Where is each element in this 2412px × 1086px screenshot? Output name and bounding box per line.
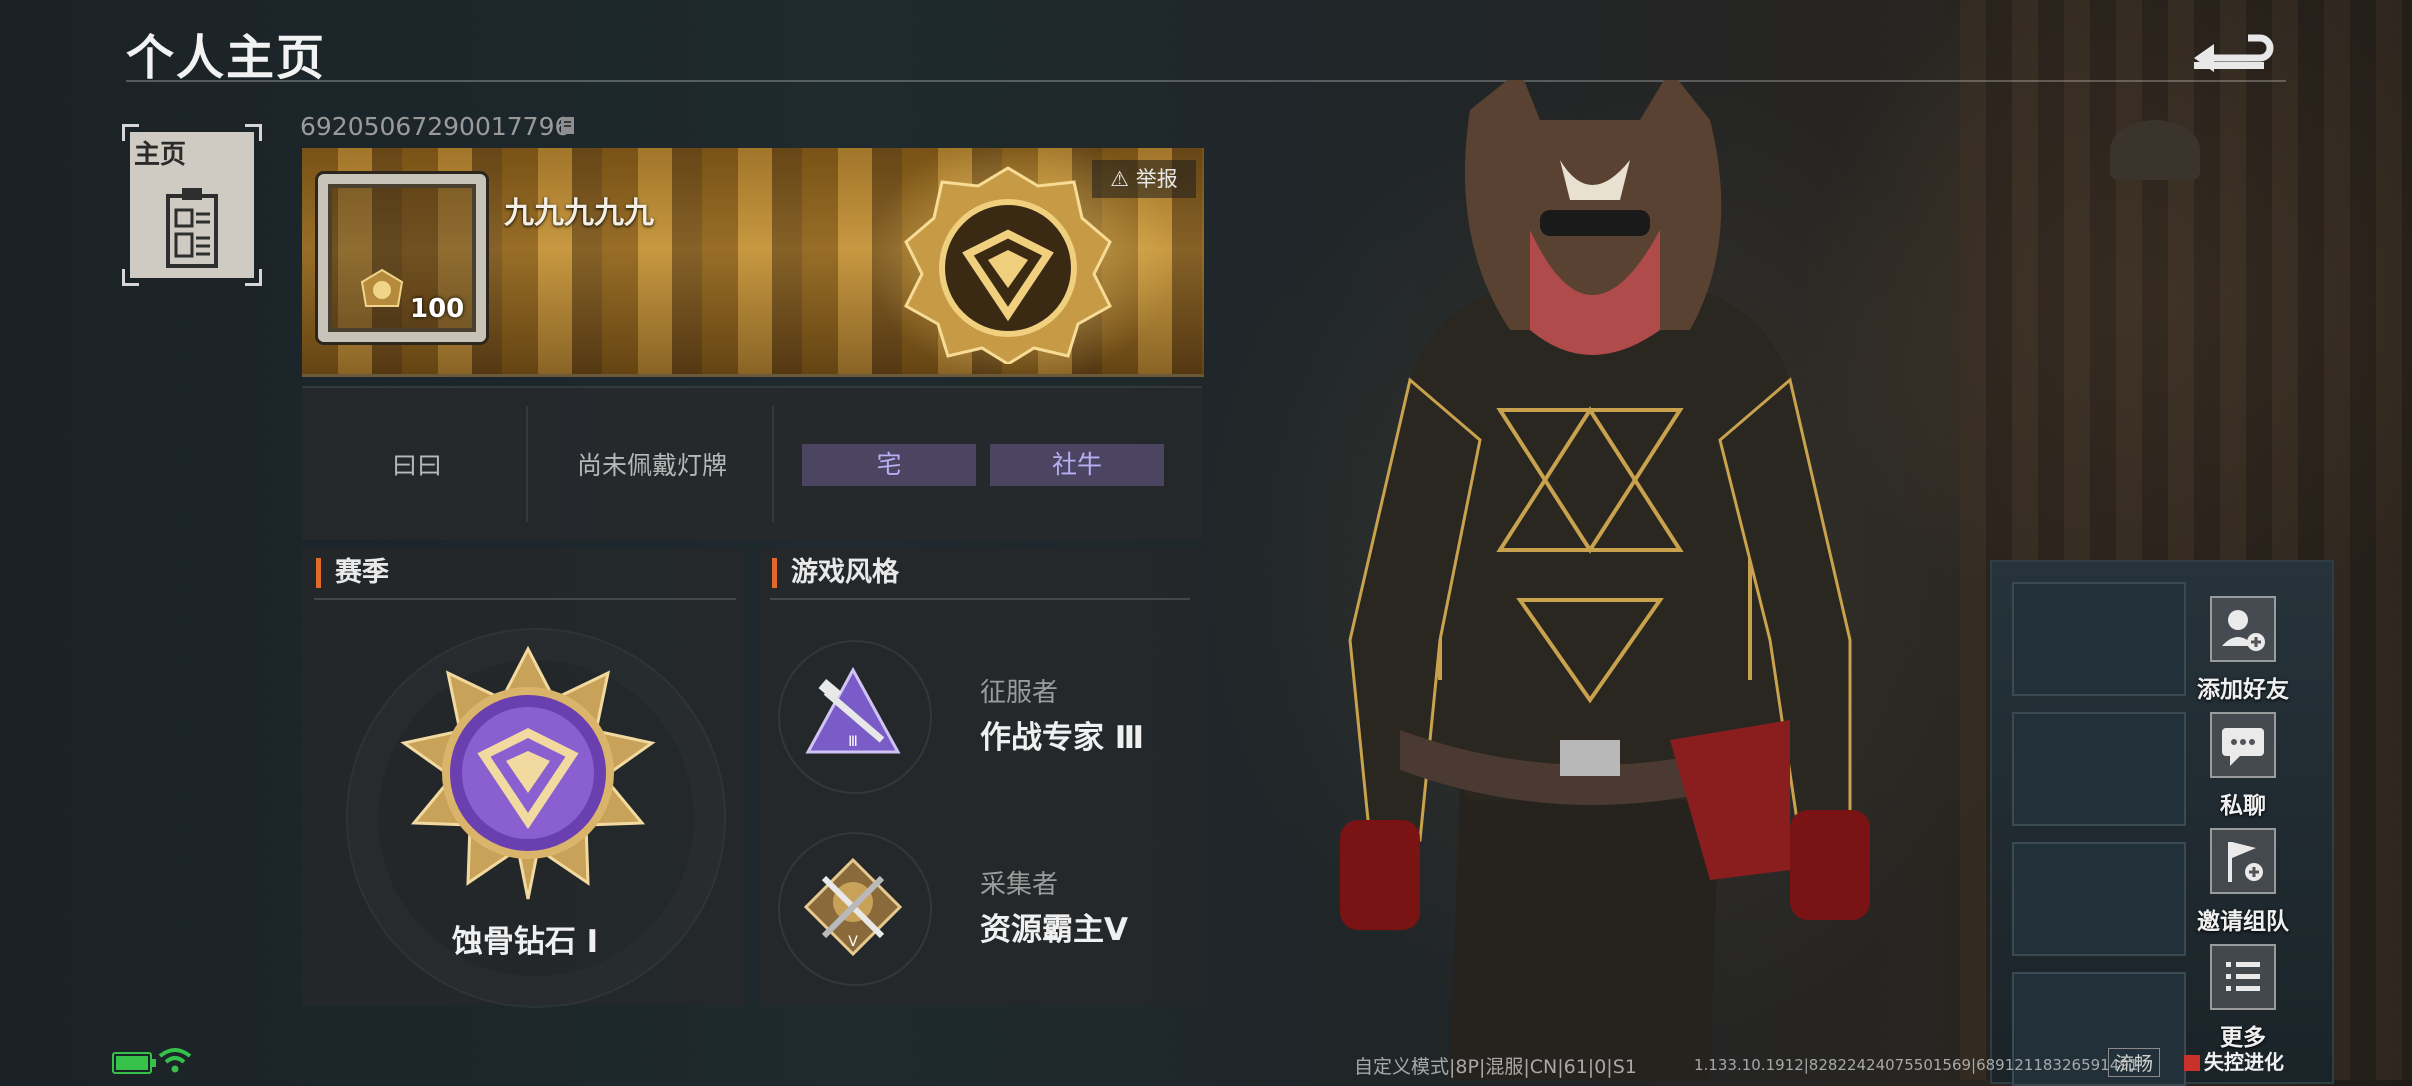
user-id: 69205067290017796 (300, 112, 571, 141)
add-friend-button[interactable]: 添加好友 (2196, 596, 2290, 704)
back-button[interactable] (2188, 22, 2278, 74)
profile-banner: 100 九九九九九 ⚠ 举报 (302, 148, 1204, 377)
play-style-item[interactable]: Ⅴ 采集者 资源霸主Ⅴ (778, 832, 1178, 986)
wifi-icon (158, 1048, 192, 1073)
background-lamp (2110, 120, 2200, 180)
private-chat-button[interactable]: 私聊 (2196, 712, 2290, 820)
play-style-title-text: 资源霸主Ⅴ (980, 912, 1128, 948)
server-info: 自定义模式|8P|混服|CN|61|0|S1 (1354, 1056, 1637, 1078)
rank-emblem-icon[interactable] (398, 643, 658, 903)
title-divider (126, 80, 2286, 82)
more-list-icon (2226, 962, 2260, 991)
play-style-role: 采集者 (980, 870, 1059, 900)
performance-mode-label: 流畅 (2108, 1048, 2161, 1077)
page-title: 个人主页 (126, 30, 327, 86)
svg-text:Ⅴ: Ⅴ (848, 934, 858, 950)
nav-home-label: 主页 (134, 140, 187, 170)
private-chat-label: 私聊 (2220, 793, 2266, 819)
svg-text:Ⅲ: Ⅲ (848, 734, 858, 750)
add-friend-label: 添加好友 (2197, 677, 2289, 703)
back-arrow-icon (2194, 34, 2274, 72)
brand-logo-text: 失控进化 (2204, 1050, 2284, 1074)
chat-icon (2222, 728, 2264, 766)
play-style-role: 征服者 (980, 678, 1059, 708)
season-panel: 赛季 蚀骨钻石 Ⅰ (302, 548, 748, 1008)
tag-chip[interactable]: 宅 (802, 444, 976, 486)
play-style-item[interactable]: Ⅲ 征服者 作战专家 Ⅲ (778, 640, 1178, 794)
invite-team-icon (2228, 842, 2263, 882)
brand-logo-icon (2184, 1055, 2200, 1071)
tags-panel: 曰曰 尚未佩戴灯牌 宅 社牛 (302, 386, 1202, 540)
badge-status-text: 尚未佩戴灯牌 (576, 451, 727, 480)
resource-master-icon: Ⅴ (803, 857, 903, 957)
report-label: 举报 (1135, 167, 1178, 191)
more-button[interactable]: 更多 (2196, 944, 2290, 1052)
copy-icon[interactable] (560, 116, 576, 136)
document-icon (166, 188, 218, 268)
signature-text: 曰曰 (391, 451, 442, 480)
play-style-title-text: 作战专家 Ⅲ (980, 720, 1145, 756)
tag-chip[interactable]: 社牛 (990, 444, 1164, 486)
brand-logo: 失控进化 (2184, 1046, 2284, 1075)
battery-icon (112, 1052, 156, 1074)
nav-home-tab[interactable]: 主页 (122, 124, 262, 286)
season-emblem-icon (904, 166, 1112, 364)
level-badge-icon (360, 268, 404, 307)
play-style-title: 游戏风格 (772, 558, 899, 588)
player-level: 100 (410, 294, 465, 324)
build-info: 1.133.10.1912|82822424075501569|68912118… (1694, 1056, 2139, 1074)
add-friend-icon (2222, 610, 2265, 651)
player-nickname: 九九九九九 (504, 196, 654, 231)
season-title: 赛季 (316, 558, 389, 588)
combat-expert-icon: Ⅲ (805, 666, 901, 754)
play-style-panel: 游戏风格 Ⅲ 征服者 作战专家 Ⅲ Ⅴ 采集者 资源霸主Ⅴ (758, 548, 1202, 1006)
character-model (1340, 80, 1870, 1080)
rank-name: 蚀骨钻石 Ⅰ (451, 924, 599, 960)
invite-team-label: 邀请组队 (2197, 909, 2289, 935)
invite-team-button[interactable]: 邀请组队 (2196, 828, 2290, 936)
